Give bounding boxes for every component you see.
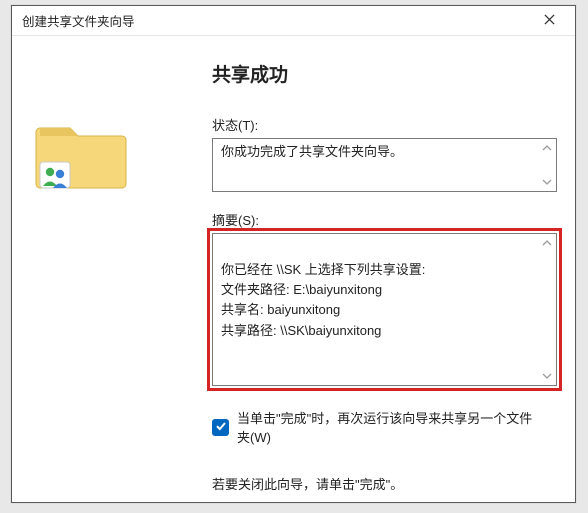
status-textbox[interactable]: 你成功完成了共享文件夹向导。 [212, 138, 557, 192]
summary-label: 摘要(S): [212, 210, 545, 229]
summary-text: 你已经在 \\SK 上选择下列共享设置: 文件夹路径: E:\baiyunxit… [221, 262, 425, 337]
close-note: 若要关闭此向导，请单击"完成"。 [212, 474, 545, 493]
close-icon [544, 13, 555, 28]
checkmark-icon [215, 420, 227, 435]
scroll-down-icon[interactable] [541, 176, 553, 188]
status-text: 你成功完成了共享文件夹向导。 [221, 144, 403, 159]
shared-folder-icon [34, 114, 130, 194]
content-area: 共享成功 状态(T): 你成功完成了共享文件夹向导。 摘要(S): 你已经在 \… [12, 36, 575, 502]
window-title: 创建共享文件夹向导 [22, 11, 529, 30]
wizard-window: 创建共享文件夹向导 [11, 5, 576, 503]
titlebar: 创建共享文件夹向导 [12, 6, 575, 36]
scroll-up-icon[interactable] [541, 142, 553, 154]
right-pane: 共享成功 状态(T): 你成功完成了共享文件夹向导。 摘要(S): 你已经在 \… [212, 60, 545, 493]
left-pane [34, 114, 154, 194]
run-again-checkbox[interactable] [212, 419, 229, 436]
run-again-label: 当单击"完成"时，再次运行该向导来共享另一个文件夹(W) [237, 408, 545, 446]
close-button[interactable] [529, 7, 569, 35]
scroll-down-icon[interactable] [541, 370, 553, 382]
page-title: 共享成功 [212, 60, 545, 87]
run-again-checkbox-row[interactable]: 当单击"完成"时，再次运行该向导来共享另一个文件夹(W) [212, 408, 545, 446]
scroll-up-icon[interactable] [541, 237, 553, 249]
status-label: 状态(T): [212, 115, 545, 134]
summary-textbox[interactable]: 你已经在 \\SK 上选择下列共享设置: 文件夹路径: E:\baiyunxit… [212, 233, 557, 386]
